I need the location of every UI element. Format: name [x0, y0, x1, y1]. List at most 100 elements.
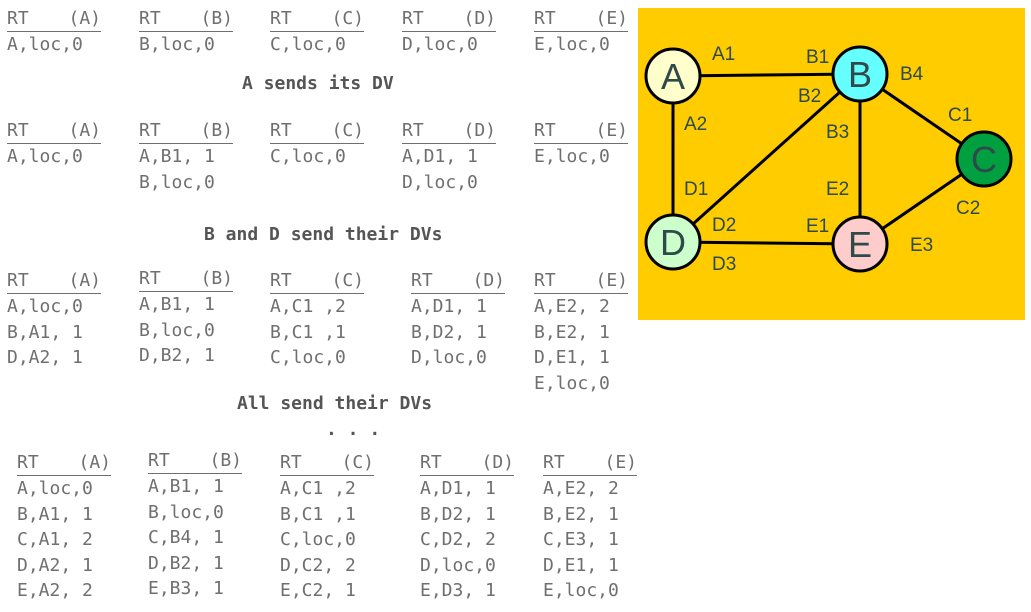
table-header: RT (A) [17, 452, 111, 476]
port-label-d3: D3 [712, 254, 736, 275]
port-label-b3: B3 [826, 122, 849, 143]
table-row: E,loc,0 [534, 34, 610, 55]
table-row: A,B1, 1 [148, 476, 224, 497]
table-header: RT (B) [139, 120, 233, 144]
node-label: B [848, 54, 872, 95]
table-row: A,E2, 2 [534, 296, 610, 317]
node-label: D [660, 222, 686, 263]
table-row: E,loc,0 [534, 372, 610, 394]
table-row: C,B4, 1 [148, 527, 224, 548]
table-row: E,D3, 1 [420, 580, 496, 601]
routing-table-d-final: RT (D) A,D1, 1 B,D2, 1 C,D2, 2 D,loc,0 E,… [420, 452, 514, 604]
table-row: B,loc,0 [139, 319, 215, 341]
routing-table-b-stage3: RT (B) A,B1, 1 B,loc,0 D,B2, 1 [139, 268, 233, 369]
table-row: D,B2, 1 [148, 552, 224, 574]
table-row: D,loc,0 [402, 171, 478, 193]
stage-caption-1: A sends its DV [242, 73, 394, 94]
table-row: B,C1 ,1 [270, 321, 346, 343]
table-row: A,C1 ,2 [280, 478, 356, 499]
table-header: RT (D) [420, 452, 514, 476]
routing-table-b-stage1: RT (B) B,loc,0 [139, 8, 233, 58]
table-row: A,D1, 1 [420, 478, 496, 499]
table-header: RT (B) [139, 8, 233, 32]
routing-table-d-stage2: RT (D) A,D1, 1 D,loc,0 [402, 120, 496, 195]
table-row: C,A1, 2 [17, 529, 93, 550]
routing-table-e-stage2: RT (E) E,loc,0 [534, 120, 628, 170]
table-row: A,B1, 1 [139, 294, 215, 315]
table-row: E,loc,0 [543, 580, 619, 601]
routing-table-e-final: RT (E) A,E2, 2 B,E2, 1 C,E3, 1 D,E1, 1 E,… [543, 452, 637, 604]
table-header: RT (E) [534, 270, 628, 294]
node-c: C [955, 130, 1013, 188]
table-header: RT (C) [280, 452, 374, 476]
table-row: A,D1, 1 [411, 296, 487, 317]
routing-table-d-stage3: RT (D) A,D1, 1 B,D2, 1 D,loc,0 [411, 270, 505, 371]
table-row: C,loc,0 [270, 34, 346, 55]
routing-table-c-stage1: RT (C) C,loc,0 [270, 8, 364, 58]
table-row: C,loc,0 [270, 347, 346, 368]
table-row: B,E2, 1 [534, 321, 610, 343]
table-row: D,loc,0 [402, 34, 478, 55]
table-row: E,A2, 2 [17, 580, 93, 601]
table-header: RT (D) [402, 8, 496, 32]
table-header: RT (C) [270, 120, 364, 144]
port-label-e2: E2 [826, 179, 849, 200]
table-row: A,C1 ,2 [270, 296, 346, 317]
node-label: C [971, 139, 997, 180]
stage-caption-2: B and D send their DVs [204, 224, 443, 245]
table-header: RT (A) [7, 270, 101, 294]
table-header: RT (B) [148, 450, 242, 474]
routing-table-b-final: RT (B) A,B1, 1 B,loc,0 C,B4, 1 D,B2, 1 E,… [148, 450, 242, 602]
port-label-a2: A2 [684, 114, 707, 135]
ellipsis: . . . [326, 419, 381, 440]
table-row: A,B1, 1 [139, 146, 215, 167]
port-label-a1: A1 [712, 44, 735, 65]
node-a: A [644, 47, 702, 105]
table-row: E,B3, 1 [148, 578, 224, 599]
table-row: D,B2, 1 [139, 345, 215, 366]
table-row: C,loc,0 [270, 146, 346, 167]
table-row: D,A2, 1 [17, 554, 93, 576]
port-label-e3: E3 [910, 235, 933, 256]
table-row: C,E3, 1 [543, 529, 619, 550]
table-header: RT (A) [7, 120, 101, 144]
node-d: D [644, 213, 702, 271]
node-e: E [831, 215, 889, 273]
table-row: E,loc,0 [534, 146, 610, 167]
table-row: B,D2, 1 [411, 321, 487, 343]
table-row: C,loc,0 [280, 529, 356, 550]
network-topology-diagram: A B C D E A1 A2 B1 B2B3 B4 C1 C2 D1D2 D3 E1 E2 E3 [638, 8, 1025, 320]
table-header: RT (E) [534, 8, 628, 32]
table-header: RT (D) [411, 270, 505, 294]
table-row: A,loc,0 [7, 296, 83, 317]
table-header: RT (A) [7, 8, 101, 32]
table-row: D,A2, 1 [7, 347, 83, 368]
port-label-b4: B4 [900, 64, 924, 85]
table-row: B,A1, 1 [17, 503, 93, 525]
table-row: A,loc,0 [17, 478, 93, 499]
routing-table-b-stage2: RT (B) A,B1, 1 B,loc,0 [139, 120, 233, 195]
node-label: A [661, 56, 685, 97]
table-row: D,loc,0 [411, 347, 487, 368]
table-row: A,D1, 1 [402, 146, 478, 167]
table-row: D,E1, 1 [534, 347, 610, 368]
routing-table-e-stage3: RT (E) A,E2, 2 B,E2, 1 D,E1, 1 E,loc,0 [534, 270, 628, 396]
port-label-d2: D2 [712, 215, 736, 236]
table-header: RT (C) [270, 8, 364, 32]
routing-table-e-stage1: RT (E) E,loc,0 [534, 8, 628, 58]
port-label-b2: B2 [798, 86, 821, 107]
table-row: B,loc,0 [148, 501, 224, 523]
table-row: A,loc,0 [7, 146, 83, 167]
routing-table-c-stage2: RT (C) C,loc,0 [270, 120, 364, 170]
table-row: B,C1 ,1 [280, 503, 356, 525]
table-row: B,E2, 1 [543, 503, 619, 525]
table-row: C,D2, 2 [420, 529, 496, 550]
table-row: A,loc,0 [7, 34, 83, 55]
table-row: D,loc,0 [420, 554, 496, 576]
port-label-c1: C1 [948, 105, 972, 126]
table-row: D,E1, 1 [543, 554, 619, 576]
table-header: RT (C) [270, 270, 364, 294]
port-label-d1: D1 [684, 179, 708, 200]
port-label-e1: E1 [806, 216, 829, 237]
table-row: A,E2, 2 [543, 478, 619, 499]
